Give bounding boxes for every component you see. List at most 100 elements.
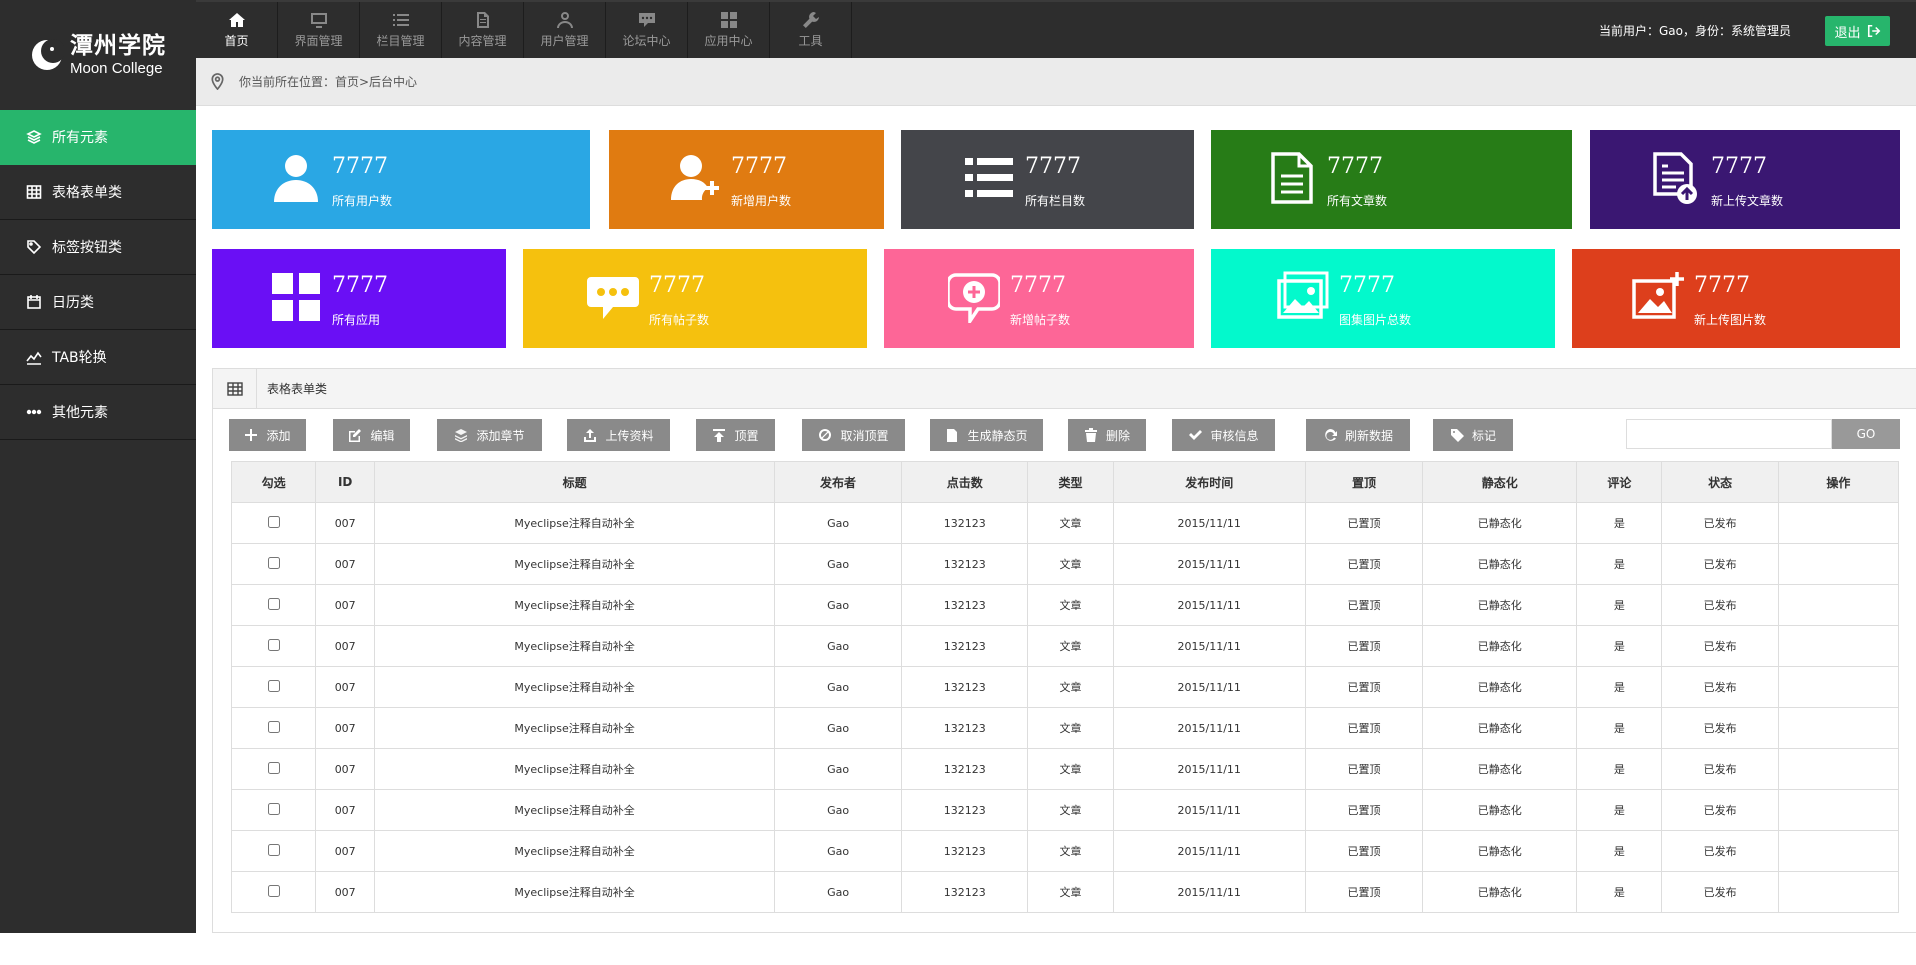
column-header[interactable]: 置顶 — [1304, 461, 1424, 503]
grid-icon — [720, 12, 737, 28]
column-header[interactable]: 静态化 — [1422, 461, 1578, 503]
stat-card-9[interactable]: 7777 新上传图片数 — [1572, 249, 1900, 348]
column-header[interactable]: 点击数 — [901, 461, 1029, 503]
table-cell: 是 — [1576, 707, 1663, 749]
stat-card-2[interactable]: 7777 所有栏目数 — [901, 130, 1194, 229]
column-header[interactable]: 发布时间 — [1112, 461, 1306, 503]
toolbar-button-10[interactable]: 标记 — [1433, 419, 1513, 451]
actions-cell[interactable] — [1777, 543, 1900, 585]
column-header[interactable]: 发布者 — [773, 461, 903, 503]
toolbar-button-5[interactable]: 取消顶置 — [802, 419, 905, 451]
actions-cell[interactable] — [1777, 666, 1900, 708]
table-cell: 2015/11/11 — [1112, 871, 1306, 913]
sidebar-item-5[interactable]: 其他元素 — [0, 385, 196, 440]
column-header[interactable]: 勾选 — [230, 461, 317, 503]
toolbar-button-6[interactable]: 生成静态页 — [930, 419, 1043, 451]
toolbar-button-8[interactable]: 审核信息 — [1172, 419, 1275, 451]
table-header-row: 勾选 ID 标题 发布者 点击数 类型 发布时间 置顶 静态化 评论 状态 操作 — [230, 461, 1900, 503]
row-checkbox[interactable] — [267, 720, 280, 733]
column-header[interactable]: 标题 — [374, 461, 775, 503]
image-icon — [1277, 271, 1329, 319]
nav-item-label: 栏目管理 — [376, 34, 425, 48]
actions-cell[interactable] — [1777, 625, 1900, 667]
table-cell: 是 — [1576, 830, 1663, 872]
column-header[interactable]: 状态 — [1661, 461, 1779, 503]
table-row: 007 Myeclipse注释自动补全 Gao 132123 文章 2015/11/11 已… — [230, 871, 1900, 913]
toolbar-button-9[interactable]: 刷新数据 — [1306, 419, 1410, 451]
actions-cell[interactable] — [1777, 584, 1900, 626]
column-header[interactable]: 操作 — [1777, 461, 1900, 503]
table-cell: 文章 — [1027, 707, 1114, 749]
table-cell: Gao — [773, 625, 903, 667]
toolbar-button-2[interactable]: 添加章节 — [437, 419, 542, 451]
checkbox-cell — [230, 502, 317, 544]
row-checkbox[interactable] — [267, 761, 280, 774]
row-checkbox[interactable] — [267, 843, 280, 856]
sidebar-item-3[interactable]: 日历类 — [0, 275, 196, 330]
nav-item-3[interactable]: 内容管理 — [442, 2, 524, 58]
stat-card-6[interactable]: 7777 所有帖子数 — [523, 249, 867, 348]
nav-item-0[interactable]: 首页 — [196, 2, 278, 58]
nav-item-7[interactable]: 工具 — [770, 2, 852, 58]
stat-label: 新增帖子数 — [1010, 313, 1071, 327]
stat-card-8[interactable]: 7777 图集图片总数 — [1211, 249, 1555, 348]
row-checkbox[interactable] — [267, 884, 280, 897]
row-checkbox[interactable] — [267, 597, 280, 610]
more-icon — [26, 409, 42, 415]
stat-value: 7777 — [731, 154, 787, 179]
table-cell: Gao — [773, 543, 903, 585]
table-cell: 132123 — [901, 707, 1029, 749]
logout-button[interactable]: 退出 — [1825, 16, 1890, 46]
sidebar-item-0[interactable]: 所有元素 — [0, 110, 196, 165]
stat-card-7[interactable]: 7777 新增帖子数 — [884, 249, 1194, 348]
nav-item-6[interactable]: 应用中心 — [688, 2, 770, 58]
table-cell: 已置顶 — [1304, 871, 1424, 913]
row-checkbox[interactable] — [267, 556, 280, 569]
nav-item-1[interactable]: 界面管理 — [278, 2, 360, 58]
stat-card-1[interactable]: 7777 新增用户数 — [609, 130, 884, 229]
stat-card-3[interactable]: 7777 所有文章数 — [1211, 130, 1572, 229]
stat-card-0[interactable]: 7777 所有用户数 — [212, 130, 590, 229]
sidebar-item-1[interactable]: 表格表单类 — [0, 165, 196, 220]
row-checkbox[interactable] — [267, 638, 280, 651]
table-cell: 2015/11/11 — [1112, 666, 1306, 708]
table-cell: 是 — [1576, 748, 1663, 790]
actions-cell[interactable] — [1777, 830, 1900, 872]
toolbar-button-4[interactable]: 顶置 — [696, 419, 775, 451]
go-button[interactable]: GO — [1832, 419, 1900, 449]
toolbar-button-label: 删除 — [1105, 428, 1130, 443]
table-cell: 已静态化 — [1422, 789, 1578, 831]
stat-label: 新上传文章数 — [1711, 194, 1784, 208]
toolbar-button-3[interactable]: 上传资料 — [567, 419, 670, 451]
actions-cell[interactable] — [1777, 502, 1900, 544]
toolbar-button-0[interactable]: 添加 — [229, 419, 306, 451]
stat-value: 7777 — [332, 154, 388, 179]
toolbar-button-1[interactable]: 编辑 — [333, 419, 410, 451]
stat-card-5[interactable]: 7777 所有应用 — [212, 249, 506, 348]
table-cell: Myeclipse注释自动补全 — [374, 871, 775, 913]
row-checkbox[interactable] — [267, 679, 280, 692]
sidebar-item-4[interactable]: TAB轮换 — [0, 330, 196, 385]
row-checkbox[interactable] — [267, 802, 280, 815]
nav-item-2[interactable]: 栏目管理 — [360, 2, 442, 58]
search-input[interactable] — [1626, 419, 1832, 449]
actions-cell[interactable] — [1777, 707, 1900, 749]
table-cell: 007 — [315, 748, 376, 790]
column-header[interactable]: ID — [315, 461, 376, 503]
actions-cell[interactable] — [1777, 871, 1900, 913]
table-row: 007 Myeclipse注释自动补全 Gao 132123 文章 2015/11/11 已… — [230, 789, 1900, 831]
sidebar-item-2[interactable]: 标签按钮类 — [0, 220, 196, 275]
column-header[interactable]: 类型 — [1027, 461, 1114, 503]
stat-card-4[interactable]: 7777 新上传文章数 — [1590, 130, 1900, 229]
nav-item-5[interactable]: 论坛中心 — [606, 2, 688, 58]
nav-item-4[interactable]: 用户管理 — [524, 2, 606, 58]
actions-cell[interactable] — [1777, 789, 1900, 831]
table-cell: 已置顶 — [1304, 830, 1424, 872]
table-cell: 已静态化 — [1422, 666, 1578, 708]
column-header[interactable]: 评论 — [1576, 461, 1663, 503]
wrench-icon — [802, 12, 819, 28]
stat-label: 所有帖子数 — [649, 313, 710, 327]
row-checkbox[interactable] — [267, 515, 280, 528]
toolbar-button-7[interactable]: 删除 — [1068, 419, 1146, 451]
actions-cell[interactable] — [1777, 748, 1900, 790]
